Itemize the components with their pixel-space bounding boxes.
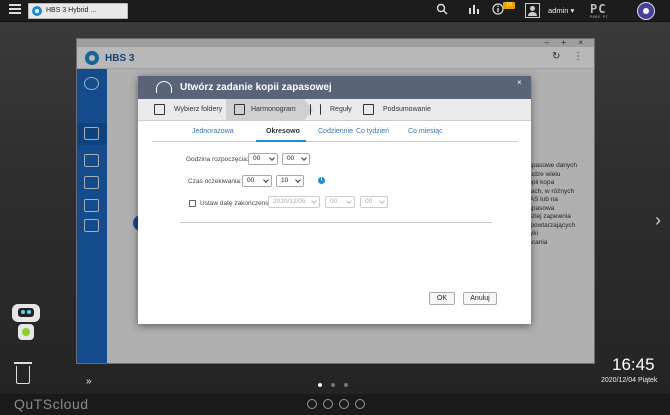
trash-icon[interactable]: [14, 362, 32, 384]
search-icon[interactable]: [434, 3, 450, 19]
folder-icon: [154, 104, 165, 115]
schedule-panel: Jednorazowa Okresowo Codziennie Co tydzi…: [152, 122, 518, 314]
start-hour-value: 00: [253, 155, 261, 162]
tab-periodic[interactable]: Okresowo: [266, 128, 300, 135]
qnap-robot-icon[interactable]: [10, 304, 42, 344]
bottom-tool-icon[interactable]: [339, 399, 349, 409]
purepc-logo-text: PC: [590, 2, 607, 16]
qutscloud-brand: QuTScloud: [14, 396, 89, 412]
step-label: Wybierz foldery: [174, 106, 223, 113]
taskbar-tab-label: HBS 3 Hybrid ...: [46, 7, 97, 14]
expand-sidebar-icon[interactable]: »: [86, 376, 92, 387]
robot-head: [12, 304, 40, 322]
robot-core: [22, 328, 30, 336]
step-label: Reguły: [330, 106, 352, 113]
end-date-picker[interactable]: 2020/12/05: [268, 196, 320, 208]
tab-weekly[interactable]: Co tydzień: [356, 128, 389, 135]
background-tasks-icon[interactable]: [466, 3, 482, 19]
chevron-down-icon: [311, 198, 317, 204]
end-minute-value: 00: [365, 198, 373, 205]
chevron-down-icon: [379, 198, 385, 204]
step-label: Podsumowanie: [383, 106, 431, 113]
bottom-tool-icon[interactable]: [355, 399, 365, 409]
top-bar: HBS 3 Hybrid ... 10 admin ▾ PC PURE PC: [0, 0, 670, 22]
ok-button[interactable]: OK: [429, 292, 455, 305]
dialog-title: Utwórz zadanie kopii zapasowej: [180, 82, 332, 93]
robot-eye: [21, 310, 25, 314]
start-hour-select[interactable]: 00: [248, 153, 278, 165]
trash-lid: [14, 362, 32, 364]
chevron-down-icon: [295, 177, 301, 183]
main-menu-icon[interactable]: [9, 4, 21, 16]
wait-time-label: Czas oczekiwania:: [188, 178, 242, 185]
step-summary[interactable]: Podsumowanie: [363, 99, 453, 121]
desktop-pager: [318, 380, 357, 389]
bottom-tool-icon[interactable]: [323, 399, 333, 409]
summary-icon: [363, 104, 374, 115]
dashboard-icon[interactable]: [637, 2, 655, 20]
cancel-button[interactable]: Anuluj: [463, 292, 497, 305]
step-select-folders[interactable]: Wybierz foldery: [154, 99, 234, 121]
step-rules[interactable]: Reguły: [310, 99, 360, 121]
wait-hour-select[interactable]: 00: [242, 175, 272, 187]
backup-cloud-icon: [156, 81, 172, 93]
start-minute-select[interactable]: 00: [282, 153, 310, 165]
bottom-bar: QuTScloud: [0, 394, 670, 415]
create-backup-dialog: Utwórz zadanie kopii zapasowej × Wybierz…: [138, 76, 531, 324]
trash-bin: [16, 366, 30, 384]
step-label: Harmonogram: [251, 106, 296, 113]
wait-minute-value: 10: [281, 177, 289, 184]
dialog-header: Utwórz zadanie kopii zapasowej ×: [138, 76, 531, 99]
step-schedule[interactable]: Harmonogram: [226, 99, 313, 121]
close-icon[interactable]: ×: [517, 78, 522, 87]
end-date-label: Ustaw datę zakończenia:: [200, 200, 273, 207]
sliders-icon: [310, 104, 321, 115]
bottom-tool-icon[interactable]: [307, 399, 317, 409]
date-label: 2020/12/04 Piątek: [601, 377, 658, 384]
divider: [180, 222, 492, 223]
taskbar-tab-hbs[interactable]: HBS 3 Hybrid ...: [28, 3, 128, 19]
wait-hour-value: 00: [247, 177, 255, 184]
end-date-value: 2020/12/05: [273, 198, 306, 205]
chevron-down-icon: [269, 155, 275, 161]
tab-once[interactable]: Jednorazowa: [192, 128, 234, 135]
purepc-logo: PC PURE PC: [590, 2, 634, 20]
user-menu[interactable]: admin ▾: [548, 6, 574, 15]
notification-count-badge: 10: [503, 2, 515, 9]
hbs-app-icon: [32, 6, 42, 16]
end-hour-value: 00: [330, 198, 338, 205]
end-minute-select[interactable]: 00: [360, 196, 388, 208]
chevron-down-icon: [301, 155, 307, 161]
robot-eye: [27, 310, 31, 314]
calendar-icon: [234, 104, 245, 115]
wizard-steps: Wybierz foldery Harmonogram Reguły Podsu…: [138, 99, 531, 121]
schedule-tabs: Jednorazowa Okresowo Codziennie Co tydzi…: [152, 122, 518, 142]
user-avatar-icon[interactable]: [525, 3, 540, 18]
tab-daily[interactable]: Codziennie: [318, 128, 353, 135]
wait-minute-select[interactable]: 10: [276, 175, 304, 187]
page-dot[interactable]: [331, 383, 335, 387]
page-dot[interactable]: [318, 383, 322, 387]
active-tab-indicator: [256, 140, 306, 142]
tab-monthly[interactable]: Co miesiąc: [408, 128, 443, 135]
end-date-checkbox[interactable]: [189, 200, 196, 207]
next-page-icon[interactable]: ›: [655, 210, 661, 231]
page-dot[interactable]: [344, 383, 348, 387]
end-hour-select[interactable]: 00: [325, 196, 355, 208]
start-time-label: Godzina rozpoczęcia:: [186, 156, 249, 163]
robot-eyes: [18, 308, 34, 317]
info-icon[interactable]: i: [318, 177, 325, 184]
purepc-logo-sub: PURE PC: [590, 15, 609, 19]
chevron-down-icon: [263, 177, 269, 183]
start-minute-value: 00: [287, 155, 295, 162]
chevron-down-icon: [346, 198, 352, 204]
clock: 16:45: [612, 355, 655, 374]
